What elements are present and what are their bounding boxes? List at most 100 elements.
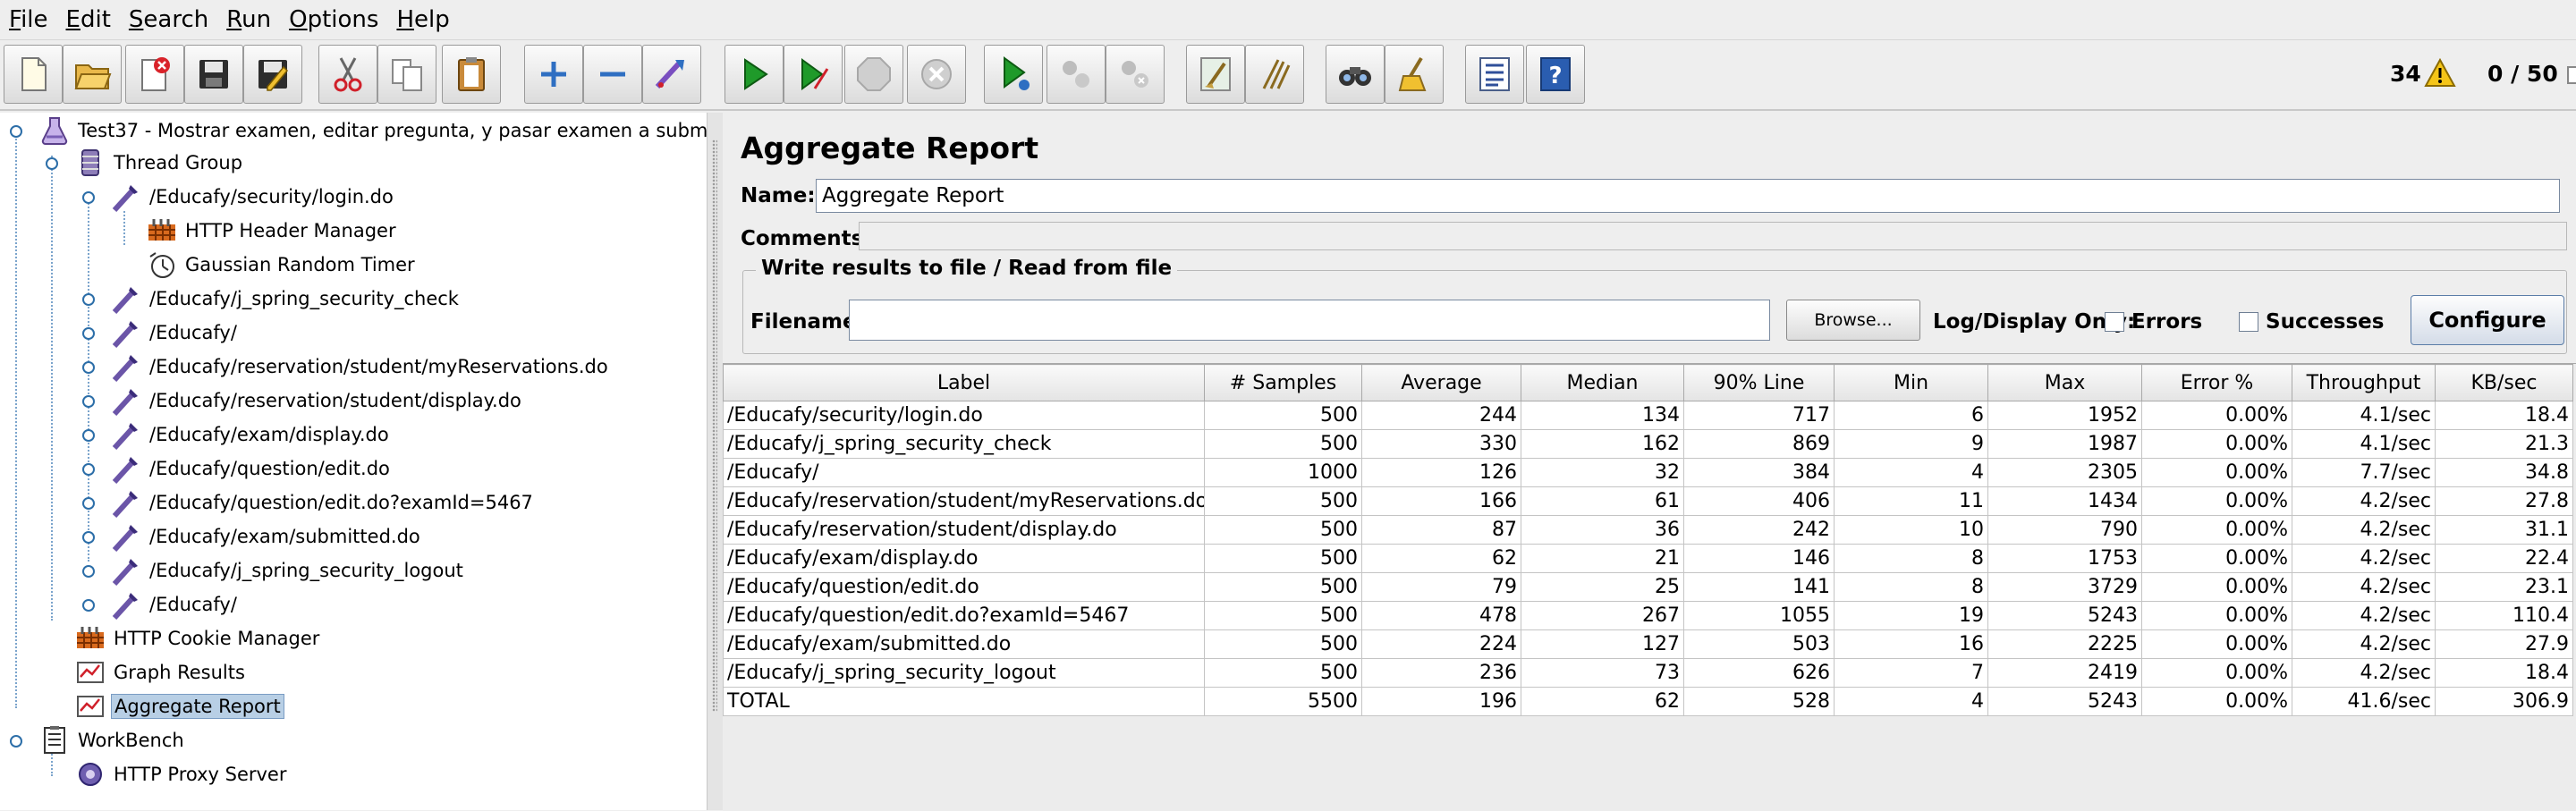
save-as-button[interactable] [243,45,302,104]
name-field[interactable] [816,179,2560,213]
table-row[interactable]: TOTAL 5500 196 62 528 4 5243 0.00% 41.6/sec 306.9 [723,687,2573,716]
tree-node-thread-group[interactable]: Thread Group [75,147,245,179]
tree-toggle[interactable] [82,293,95,306]
cut-button[interactable] [318,45,377,104]
column-header-label[interactable]: Label [723,364,1205,401]
tree-toggle[interactable] [82,463,95,476]
reset-search-button[interactable] [1385,45,1444,104]
remote-shutdown-button[interactable] [1106,45,1165,104]
column-header-90-line[interactable]: 90% Line [1683,364,1835,401]
help-button[interactable]: ? [1526,45,1585,104]
stop-button[interactable] [844,45,903,104]
tree-toggle[interactable] [82,327,95,340]
menu-options[interactable]: Options [280,6,387,33]
close-button[interactable] [125,45,184,104]
paste-button[interactable] [442,45,501,104]
table-row[interactable]: /Educafy/exam/display.do 500 62 21 146 8 1753 0… [723,544,2573,573]
comments-field[interactable] [859,222,2567,250]
filename-field[interactable] [849,300,1770,341]
expand-all-button[interactable] [524,45,583,104]
menu-edit[interactable]: Edit [57,6,120,33]
tree-node-test-plan[interactable]: Test37 - Mostrar examen, editar pregunta… [39,114,707,147]
menu-help[interactable]: Help [387,6,458,33]
tree-node-sampler-my-reservations[interactable]: /Educafy/reservation/student/myReservati… [111,351,611,383]
tree-node-header-manager[interactable]: HTTP Header Manager [147,215,399,247]
browse-button[interactable]: Browse... [1786,300,1920,341]
column-header-max[interactable]: Max [1987,364,2142,401]
split-pane-divider[interactable] [707,113,724,810]
save-button[interactable] [184,45,243,104]
collapse-all-button[interactable] [583,45,642,104]
column-header-samples[interactable]: # Samples [1204,364,1362,401]
tree-node-sampler-question-edit-exam[interactable]: /Educafy/question/edit.do?examId=5467 [111,486,536,519]
column-header-kb-sec[interactable]: KB/sec [2435,364,2573,401]
copy-button[interactable] [377,45,436,104]
tree-node-sampler-login[interactable]: /Educafy/security/login.do [111,181,396,213]
open-button[interactable] [63,45,122,104]
tree-toggle[interactable] [82,565,95,578]
clear-button[interactable] [1186,45,1245,104]
warning-icon[interactable] [2424,57,2456,89]
table-cell: 330 [1361,429,1521,459]
tree-connector [51,156,53,621]
tree-toggle[interactable] [10,735,22,748]
tree-toggle[interactable] [82,361,95,374]
tree-node-sampler-question-edit[interactable]: /Educafy/question/edit.do [111,452,393,485]
remote-stop-button[interactable] [1046,45,1106,104]
configure-button[interactable]: Configure [2411,295,2564,345]
tree-node-sampler-exam-display[interactable]: /Educafy/exam/display.do [111,418,392,451]
column-header-min[interactable]: Min [1834,364,1988,401]
column-header-throughput[interactable]: Throughput [2292,364,2436,401]
tree-node-sampler-root[interactable]: /Educafy/ [111,317,240,349]
start-button[interactable] [724,45,784,104]
menu-file[interactable]: File [0,6,57,33]
tree-node-graph-results[interactable]: Graph Results [75,656,248,689]
tree-node-workbench[interactable]: WorkBench [39,724,187,756]
clear-all-button[interactable] [1245,45,1304,104]
tree-toggle[interactable] [82,395,95,408]
tree-node-cookie-manager[interactable]: HTTP Cookie Manager [75,622,322,655]
tree-node-proxy-server[interactable]: HTTP Proxy Server [75,758,289,790]
table-cell: 5243 [1987,601,2142,630]
table-row[interactable]: /Educafy/security/login.do 500 244 134 717 6 1… [723,401,2573,430]
remote-start-button[interactable] [984,45,1043,104]
tree-toggle[interactable] [10,125,22,138]
tree-node-sampler-exam-submitted[interactable]: /Educafy/exam/submitted.do [111,520,423,553]
tree-toggle[interactable] [82,531,95,544]
comments-label: Comments: [741,227,872,250]
menu-search[interactable]: Search [120,6,217,33]
errors-checkbox[interactable] [2105,312,2124,332]
table-cell: 790 [1987,515,2142,545]
column-header-average[interactable]: Average [1361,364,1521,401]
table-row[interactable]: /Educafy/j_spring_security_logout 500 236 7… [723,658,2573,688]
table-row[interactable]: /Educafy/j_spring_security_check 500 330 16… [723,429,2573,459]
tree-toggle[interactable] [46,157,58,170]
tree-toggle[interactable] [82,429,95,442]
tree-node-gaussian-timer[interactable]: Gaussian Random Timer [147,249,418,281]
start-no-pauses-button[interactable] [784,45,843,104]
table-row[interactable]: /Educafy/1000 126 32 384 4 2305 0.00% 7.7/sec 34… [723,458,2573,487]
tree-node-sampler-logout[interactable]: /Educafy/j_spring_security_logout [111,554,466,587]
tree-node-sampler-reservation-display[interactable]: /Educafy/reservation/student/display.do [111,384,524,417]
tree-node-sampler-root-2[interactable]: /Educafy/ [111,588,240,621]
start-no-pauses-icon [801,58,829,90]
new-button[interactable] [4,45,63,104]
tree-toggle[interactable] [82,497,95,510]
table-row[interactable]: /Educafy/question/edit.do 500 79 25 141 8 3729… [723,572,2573,602]
column-header-error[interactable]: Error % [2141,364,2292,401]
tree-node-sampler-security-check[interactable]: /Educafy/j_spring_security_check [111,283,462,315]
table-row[interactable]: /Educafy/question/edit.do?examId=5467 500… [723,601,2573,630]
tree-toggle[interactable] [82,599,95,612]
tree-node-aggregate-report[interactable]: Aggregate Report [75,690,284,722]
shutdown-button[interactable] [907,45,966,104]
table-row[interactable]: /Educafy/exam/submitted.do 500 224 127 503 16… [723,629,2573,659]
toggle-button[interactable] [642,45,701,104]
column-header-median[interactable]: Median [1521,364,1684,401]
function-helper-button[interactable] [1465,45,1524,104]
search-button[interactable] [1326,45,1385,104]
table-row[interactable]: /Educafy/reservation/student/myReservati… [723,486,2573,516]
tree-toggle[interactable] [82,191,95,204]
table-row[interactable]: /Educafy/reservation/student/display.do 5… [723,515,2573,545]
menu-run[interactable]: Run [217,6,280,33]
successes-checkbox[interactable] [2239,312,2258,332]
